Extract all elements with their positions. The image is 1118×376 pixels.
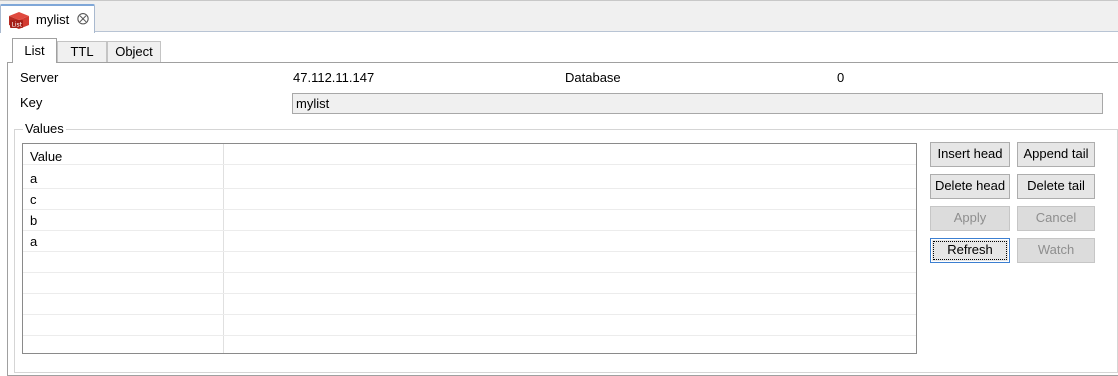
value-column-header: Value bbox=[30, 149, 63, 164]
append-tail-button[interactable]: Append tail bbox=[1017, 142, 1095, 167]
delete-head-button[interactable]: Delete head bbox=[930, 174, 1010, 199]
editor-tab-bar: List mylist ⨂ bbox=[0, 0, 1118, 33]
redis-list-icon: List bbox=[9, 12, 29, 29]
table-cell: b bbox=[30, 213, 38, 228]
list-tab-content: Server 47.112.11.147 Database 0 Key myli… bbox=[7, 62, 1118, 376]
server-label: Server bbox=[20, 70, 59, 85]
table-row bbox=[23, 315, 916, 336]
table-row[interactable]: a bbox=[23, 231, 916, 252]
table-row bbox=[23, 294, 916, 315]
values-group-title: Values bbox=[23, 121, 66, 136]
key-label: Key bbox=[20, 95, 43, 110]
tab-object[interactable]: Object bbox=[107, 41, 161, 62]
apply-button[interactable]: Apply bbox=[930, 206, 1010, 231]
table-cell: a bbox=[30, 171, 38, 186]
table-header: Value bbox=[23, 144, 916, 165]
table-row bbox=[23, 252, 916, 273]
tab-ttl[interactable]: TTL bbox=[57, 41, 107, 62]
cancel-button[interactable]: Cancel bbox=[1017, 206, 1095, 231]
table-row bbox=[23, 273, 916, 294]
close-icon[interactable]: ⨂ bbox=[77, 11, 89, 25]
key-field[interactable]: mylist bbox=[292, 93, 1103, 114]
tab-list[interactable]: List bbox=[12, 38, 57, 63]
editor-tab-label: mylist bbox=[36, 12, 70, 27]
table-row[interactable]: b bbox=[23, 210, 916, 231]
delete-tail-button[interactable]: Delete tail bbox=[1017, 174, 1095, 199]
watch-button[interactable]: Watch bbox=[1017, 238, 1095, 263]
editor-tab-mylist[interactable]: List mylist ⨂ bbox=[0, 4, 95, 33]
table-cell: a bbox=[30, 234, 38, 249]
refresh-button[interactable]: Refresh bbox=[930, 238, 1010, 263]
table-row[interactable]: c bbox=[23, 189, 916, 210]
main-panel: List TTL Object Server 47.112.11.147 Dat… bbox=[7, 35, 1118, 376]
svg-text:List: List bbox=[12, 22, 23, 29]
insert-head-button[interactable]: Insert head bbox=[930, 142, 1010, 167]
server-value: 47.112.11.147 bbox=[293, 70, 375, 85]
inner-tab-bar: List TTL Object bbox=[7, 35, 1118, 63]
table-cell: c bbox=[30, 192, 37, 207]
table-row[interactable]: a bbox=[23, 168, 916, 189]
database-value: 0 bbox=[837, 70, 845, 85]
database-label: Database bbox=[565, 70, 621, 85]
values-table[interactable]: Value a c b a bbox=[22, 143, 917, 354]
